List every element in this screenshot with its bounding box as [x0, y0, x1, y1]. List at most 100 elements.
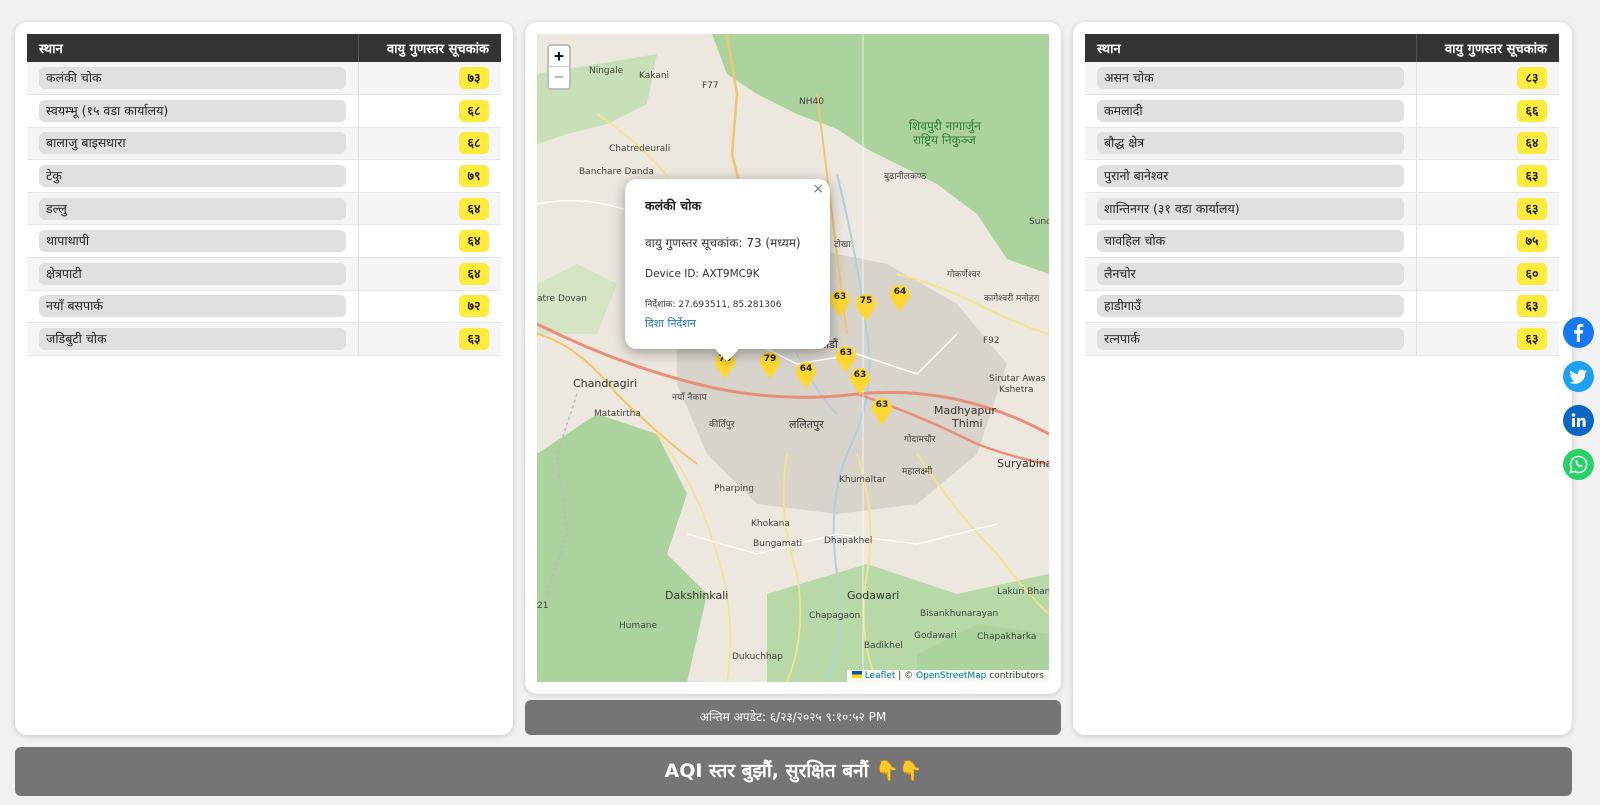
marker-label: 79	[763, 354, 777, 364]
aqi-value-badge: ६३	[1517, 165, 1547, 188]
twitter-icon	[1563, 361, 1594, 392]
map-label: Dhapakhel	[824, 536, 873, 546]
map-label: Humane	[619, 621, 657, 631]
table-row[interactable]: लैनचोर ६०	[1085, 257, 1559, 291]
table-row[interactable]: रत्नपार्क ६३	[1085, 322, 1559, 356]
location-name: जडिबुटी चोक	[39, 328, 346, 351]
aqi-value-badge: ६३	[1517, 295, 1547, 318]
marker-label: 63	[833, 292, 847, 302]
table-row[interactable]: पुरानो बानेश्वर ६३	[1085, 159, 1559, 193]
whatsapp-icon	[1563, 449, 1594, 480]
location-name: नयाँ बसपार्क	[39, 295, 346, 318]
map-label: F77	[702, 81, 719, 91]
table-row[interactable]: बालाजु बाइसधारा ६८	[27, 127, 501, 161]
table-row[interactable]: असन चोक ८३	[1085, 62, 1559, 96]
popup-device-id: Device ID: AXT9MC9K	[645, 268, 760, 280]
aqi-map-marker[interactable]: 64	[889, 285, 911, 313]
aqi-column-header: वायु गुणस्तर सूचकांक	[1415, 34, 1559, 62]
station-popup: × कलंकी चोक वायु गुणस्तर सूचकांक: 73 (मध…	[625, 179, 830, 349]
marker-label: 63	[875, 400, 889, 410]
popup-close-button[interactable]: ×	[812, 181, 824, 197]
linkedin-share-button[interactable]	[1563, 405, 1594, 436]
aqi-value-badge: ६४	[459, 262, 489, 285]
map-label: Badikhel	[864, 641, 903, 651]
aqi-value-badge: ७३	[459, 67, 489, 90]
left-aqi-table: स्थान वायु गुणस्तर सूचकांक कलंकी चोक ७३ स…	[27, 34, 501, 356]
table-row[interactable]: कलंकी चोक ७३	[27, 62, 501, 96]
aqi-value-badge: ६०	[1517, 262, 1547, 285]
map-label: 21	[537, 601, 549, 611]
aqi-map-marker[interactable]: 63	[849, 368, 871, 396]
aqi-value-badge: ६४	[459, 230, 489, 253]
aqi-map-marker[interactable]: 63	[829, 290, 851, 318]
linkedin-icon	[1563, 405, 1594, 436]
location-name: स्वयम्भू (१५ वडा कार्यालय)	[39, 99, 346, 122]
aqi-value-badge: ६६	[1517, 99, 1547, 122]
facebook-share-button[interactable]	[1563, 317, 1594, 348]
map-label: Pharping	[714, 484, 754, 494]
table-row[interactable]: स्वयम्भू (१५ वडा कार्यालय) ६८	[27, 94, 501, 128]
aqi-value-badge: ७२	[459, 295, 489, 318]
map-label: Kakani	[639, 71, 670, 81]
table-row[interactable]: बौद्ध क्षेत्र ६४	[1085, 127, 1559, 161]
map-label: नयाँ नैकाप	[672, 393, 707, 403]
aqi-map-marker[interactable]: 64	[795, 362, 817, 390]
map-label: कागेश्वरी मनोहरा	[984, 294, 1040, 304]
table-row[interactable]: क्षेत्रपाटी ६४	[27, 257, 501, 291]
table-row[interactable]: शान्तिनगर (३१ वडा कार्यालय) ६३	[1085, 192, 1559, 226]
whatsapp-share-button[interactable]	[1563, 449, 1594, 480]
aqi-map-marker[interactable]: 79	[759, 352, 781, 380]
leaflet-link[interactable]: Leaflet	[865, 671, 896, 681]
zoom-in-button[interactable]: +	[549, 46, 569, 67]
location-name: रत्नपार्क	[1097, 328, 1404, 351]
map-label: Bungamati	[753, 539, 803, 549]
zoom-out-button[interactable]: −	[549, 67, 569, 88]
aqi-value-badge: ७५	[1517, 230, 1547, 253]
directions-link[interactable]: दिशा निर्देशन	[645, 316, 810, 331]
aqi-column-header: वायु गुणस्तर सूचकांक	[357, 34, 501, 62]
table-row[interactable]: हाडीगाउँ ६३	[1085, 290, 1559, 324]
table-row[interactable]: चावहिल चोक ७५	[1085, 224, 1559, 259]
right-aqi-panel: स्थान वायु गुणस्तर सूचकांक असन चोक ८३ कमल…	[1073, 22, 1572, 735]
location-name: चावहिल चोक	[1097, 230, 1404, 253]
map-label: गोकर्णेश्वर	[947, 270, 981, 280]
aqi-map[interactable]: Ningale Kakani F77 NH40 शिवपुरी नागार्जु…	[537, 34, 1049, 682]
table-row[interactable]: नयाँ बसपार्क ७२	[27, 290, 501, 324]
map-attribution: Leaflet | © OpenStreetMap contributors	[846, 670, 1049, 682]
last-update-bar: अन्तिम अपडेट: ६/२३/२०२५ ९:१०:५२ PM	[525, 700, 1061, 735]
map-label: Kshetra	[999, 385, 1034, 395]
map-label: कीर्तिपुर	[709, 420, 735, 430]
location-name: असन चोक	[1097, 67, 1404, 90]
map-label: Chapagaon	[809, 611, 861, 621]
map-label: Banchare Danda	[579, 167, 654, 177]
openstreetmap-link[interactable]: OpenStreetMap	[916, 671, 986, 681]
marker-label: 64	[799, 364, 813, 374]
right-aqi-table: स्थान वायु गुणस्तर सूचकांक असन चोक ८३ कमल…	[1085, 34, 1559, 356]
twitter-share-button[interactable]	[1563, 361, 1594, 392]
table-row[interactable]: कमलादी ६६	[1085, 94, 1559, 128]
attribution-separator: | ©	[895, 671, 917, 681]
table-row[interactable]: थापाथापी ६४	[27, 224, 501, 259]
map-label: Ningale	[589, 66, 624, 76]
aqi-value-badge: ६८	[459, 99, 489, 122]
table-row[interactable]: जडिबुटी चोक ६३	[27, 322, 501, 356]
aqi-value-badge: ६४	[1517, 132, 1547, 155]
map-label: Chapakharka	[977, 632, 1037, 642]
map-panel: Ningale Kakani F77 NH40 शिवपुरी नागार्जु…	[525, 22, 1061, 694]
map-label: Dukuchhap	[732, 652, 783, 662]
map-label: Chatredeurali	[609, 144, 671, 154]
table-row[interactable]: डल्लु ६४	[27, 192, 501, 226]
aqi-value-badge: ७९	[459, 165, 489, 188]
table-row[interactable]: टेकु ७९	[27, 159, 501, 193]
ukraine-flag-icon	[851, 671, 862, 678]
aqi-map-marker[interactable]: 75	[855, 294, 877, 322]
map-label: F92	[983, 336, 1000, 346]
location-name: डल्लु	[39, 197, 346, 220]
map-label: Sirutar Awas	[989, 374, 1046, 384]
map-label: राष्ट्रिय निकुञ्ज	[913, 133, 976, 147]
aqi-map-marker[interactable]: 63	[871, 398, 893, 426]
marker-label: 64	[893, 287, 907, 297]
location-column-header: स्थान	[27, 34, 358, 62]
map-label: Chandragiri	[573, 377, 638, 390]
location-name: बालाजु बाइसधारा	[39, 132, 346, 155]
